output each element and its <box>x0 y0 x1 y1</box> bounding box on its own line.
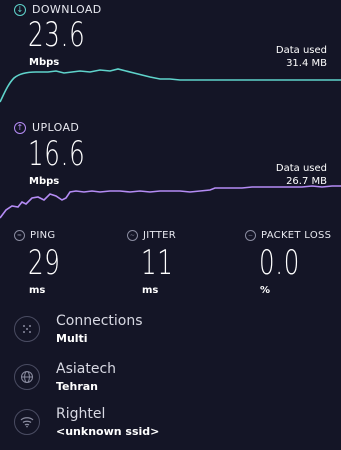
connections-title: Connections <box>56 313 143 329</box>
download-speed-value: 23.6 <box>28 15 86 55</box>
globe-icon <box>14 364 40 390</box>
provider-row[interactable]: Asiatech Tehran <box>14 361 116 393</box>
ping-unit: ms <box>29 285 46 296</box>
wifi-icon <box>14 409 40 435</box>
jitter-unit: ms <box>142 285 159 296</box>
provider-name: Asiatech <box>56 361 117 377</box>
upload-data-used-label: Data used <box>275 163 327 174</box>
download-speed-graph <box>0 68 341 103</box>
connections-icon <box>14 316 40 342</box>
packet-loss-header: − PACKET LOSS <box>245 230 331 241</box>
provider-location: Tehran <box>56 380 99 393</box>
connections-value: Multi <box>56 332 88 345</box>
network-operator: Rightel <box>56 406 106 422</box>
network-row[interactable]: Rightel <unknown ssid> <box>14 406 159 438</box>
connections-row[interactable]: Connections Multi <box>14 313 143 345</box>
upload-speed-value: 16.6 <box>28 134 86 174</box>
ping-value: 29 <box>28 243 61 283</box>
upload-label: UPLOAD <box>32 121 80 134</box>
jitter-value: 11 <box>141 243 174 283</box>
upload-graph-line <box>0 185 341 219</box>
packet-loss-value: 0.0 <box>259 243 301 283</box>
packet-loss-label: PACKET LOSS <box>261 230 332 241</box>
jitter-label: JITTER <box>143 230 177 241</box>
packet-loss-icon: − <box>245 230 256 241</box>
jitter-header: ~ JITTER <box>127 230 176 241</box>
arrow-up-circle-icon: ↑ <box>14 121 26 134</box>
jitter-icon: ~ <box>127 230 138 241</box>
ping-icon: ≈ <box>14 230 25 241</box>
upload-header: ↑ UPLOAD <box>14 121 79 134</box>
ping-header: ≈ PING <box>14 230 55 241</box>
download-data-used-label: Data used <box>275 45 327 56</box>
arrow-down-circle-icon: ↓ <box>14 3 26 16</box>
packet-loss-unit: % <box>260 285 271 296</box>
upload-speed-graph <box>0 185 341 219</box>
download-graph-line <box>0 68 341 103</box>
ping-label: PING <box>30 230 56 241</box>
network-ssid: <unknown ssid> <box>56 425 160 438</box>
